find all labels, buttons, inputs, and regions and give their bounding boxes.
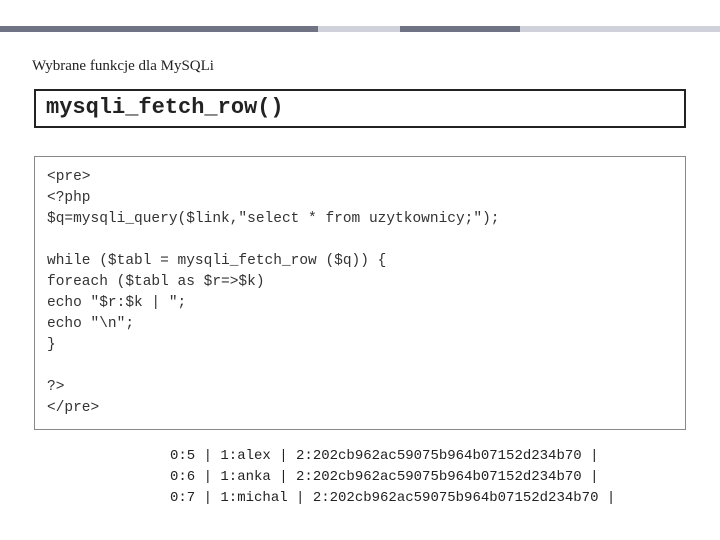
code-line: echo "\n"; bbox=[47, 316, 134, 332]
output-line: 0:5 | 1:alex | 2:202cb962ac59075b964b071… bbox=[170, 448, 598, 464]
code-line: echo "$r:$k | "; bbox=[47, 295, 186, 311]
output-line: 0:6 | 1:anka | 2:202cb962ac59075b964b071… bbox=[170, 469, 598, 485]
code-line: </pre> bbox=[47, 400, 99, 416]
slide-body: Wybrane funkcje dla MySQLi mysqli_fetch_… bbox=[0, 0, 720, 509]
code-line: ?> bbox=[47, 379, 64, 395]
code-line: <pre> bbox=[47, 169, 91, 185]
section-subtitle: Wybrane funkcje dla MySQLi bbox=[32, 58, 690, 75]
output-block: 0:5 | 1:alex | 2:202cb962ac59075b964b071… bbox=[170, 446, 690, 509]
output-line: 0:7 | 1:michal | 2:202cb962ac59075b964b0… bbox=[170, 490, 615, 506]
decorative-rule bbox=[0, 26, 720, 32]
code-line: } bbox=[47, 337, 56, 353]
function-title-box: mysqli_fetch_row() bbox=[34, 89, 686, 128]
code-listing: <pre> <?php $q=mysqli_query($link,"selec… bbox=[34, 156, 686, 430]
code-line: while ($tabl = mysqli_fetch_row ($q)) { bbox=[47, 253, 386, 269]
code-line: foreach ($tabl as $r=>$k) bbox=[47, 274, 265, 290]
code-line: $q=mysqli_query($link,"select * from uzy… bbox=[47, 211, 499, 227]
function-title: mysqli_fetch_row() bbox=[46, 95, 284, 120]
code-line: <?php bbox=[47, 190, 91, 206]
